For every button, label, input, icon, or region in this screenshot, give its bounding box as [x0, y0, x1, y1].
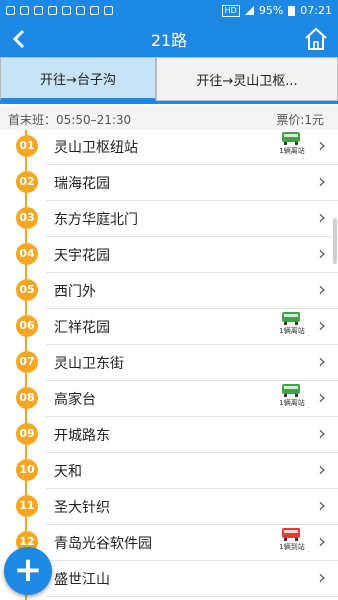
stop-row[interactable]: 04 天宇花园 › — [0, 237, 338, 273]
stop-row[interactable]: 01 灵山卫枢纽站 1辆离站 › — [0, 129, 338, 165]
hd-indicator: HD — [221, 4, 240, 17]
battery-percent: 95% — [258, 4, 284, 17]
plus-icon: + — [13, 550, 43, 590]
chevron-right-icon: › — [318, 169, 326, 193]
stop-name: 圣大针织 — [54, 500, 110, 516]
chevron-right-icon: › — [318, 133, 326, 157]
stop-number-badge: 08 — [16, 387, 38, 409]
notification-icon — [48, 6, 57, 15]
signal-icon — [244, 6, 254, 15]
page-title: 21路 — [150, 31, 188, 50]
chevron-right-icon: › — [318, 205, 326, 229]
stop-name: 青岛光谷软件园 — [54, 536, 152, 552]
bus-wheels — [284, 394, 298, 397]
bus-status-badge: 1辆离站 — [278, 384, 308, 412]
chevron-right-icon: › — [318, 457, 326, 481]
notification-icon — [90, 6, 99, 15]
bus-icon — [282, 528, 300, 538]
stop-name: 盛世江山 — [54, 572, 110, 588]
notification-icons — [6, 6, 113, 15]
bus-icon — [282, 312, 300, 322]
bus-status-label: 1辆离站 — [279, 399, 305, 407]
stop-number-badge: 09 — [16, 423, 38, 445]
stop-name: 东方华庭北门 — [54, 212, 138, 228]
stop-number-badge: 06 — [16, 315, 38, 337]
status-bar: HD 95% 07:21 — [0, 0, 338, 21]
chevron-right-icon: › — [318, 277, 326, 301]
stop-name: 灵山卫东街 — [54, 356, 124, 372]
stop-row[interactable]: 11 圣大针织 › — [0, 489, 338, 525]
notification-icon — [20, 6, 29, 15]
bus-wheels — [284, 538, 298, 541]
stop-row[interactable]: 02 瑞海花园 › — [0, 165, 338, 201]
stop-number-badge: 01 — [16, 135, 38, 157]
bus-wheels — [284, 322, 298, 325]
stop-number-badge: 07 — [16, 351, 38, 373]
stop-row[interactable]: 12 青岛光谷软件园 1辆到站 › — [0, 525, 338, 561]
clock: 07:21 — [300, 4, 332, 17]
title-bar: 21路 — [0, 21, 338, 57]
chevron-right-icon: › — [318, 529, 326, 553]
stop-name: 西门外 — [54, 284, 96, 300]
stop-number-badge: 04 — [16, 243, 38, 265]
bus-status-badge: 1辆到站 — [278, 528, 308, 556]
notification-icon — [6, 6, 15, 15]
home-icon[interactable] — [304, 26, 328, 52]
bus-icon — [282, 384, 300, 394]
stop-name: 开城路东 — [54, 428, 110, 444]
bus-status-badge: 1辆离站 — [278, 132, 308, 160]
chevron-right-icon: › — [318, 421, 326, 445]
schedule-text: 首末班：05:50–21:30 — [8, 113, 132, 127]
add-button[interactable]: + — [4, 547, 52, 595]
bus-wheels — [284, 142, 298, 145]
bus-status-label: 1辆离站 — [279, 327, 305, 335]
notification-icon — [104, 6, 113, 15]
stop-name: 天和 — [54, 464, 82, 480]
notification-icon — [76, 6, 85, 15]
stop-number-badge: 02 — [16, 171, 38, 193]
bus-icon — [282, 132, 300, 142]
stop-row[interactable]: 09 开城路东 › — [0, 417, 338, 453]
scrollbar[interactable] — [333, 218, 337, 264]
chevron-right-icon: › — [318, 313, 326, 337]
chevron-right-icon: › — [318, 349, 326, 373]
tab-direction-lingshanwei[interactable]: 开往→灵山卫枢... — [156, 57, 338, 101]
bus-status-label: 1辆离站 — [279, 147, 305, 155]
bus-status-badge: 1辆离站 — [278, 312, 308, 340]
notification-icon — [34, 6, 43, 15]
stop-name: 灵山卫枢纽站 — [54, 140, 138, 156]
stop-number-badge: 11 — [16, 495, 38, 517]
chevron-right-icon: › — [318, 493, 326, 517]
stop-name: 瑞海花园 — [54, 176, 110, 192]
stop-number-badge: 10 — [16, 459, 38, 481]
stop-name: 天宇花园 — [54, 248, 110, 264]
stop-number-badge: 05 — [16, 279, 38, 301]
stop-row[interactable]: 10 天和 › — [0, 453, 338, 489]
route-info: 首末班：05:50–21:30 票价:1元 — [0, 106, 338, 130]
battery-icon — [288, 5, 296, 16]
stop-row[interactable]: 05 西门外 › — [0, 273, 338, 309]
chevron-right-icon: › — [318, 385, 326, 409]
chevron-left-icon[interactable] — [8, 27, 32, 51]
row-divider — [46, 596, 338, 597]
stop-name: 汇祥花园 — [54, 320, 110, 336]
bus-status-label: 1辆到站 — [279, 543, 305, 551]
stop-row[interactable]: 08 高家台 1辆离站 › — [0, 381, 338, 417]
stop-row[interactable]: 07 灵山卫东街 › — [0, 345, 338, 381]
direction-tabs: 开往→台子沟 开往→灵山卫枢... — [0, 57, 338, 104]
fare-text: 票价:1元 — [276, 113, 324, 127]
tab-direction-taizigou[interactable]: 开往→台子沟 — [0, 57, 156, 101]
stop-number-badge: 03 — [16, 207, 38, 229]
stop-row[interactable]: 06 汇祥花园 1辆离站 › — [0, 309, 338, 345]
stop-name: 高家台 — [54, 392, 96, 408]
stop-row[interactable]: 03 东方华庭北门 › — [0, 201, 338, 237]
chevron-right-icon: › — [318, 241, 326, 265]
chevron-right-icon: › — [318, 565, 326, 589]
notification-icon — [62, 6, 71, 15]
